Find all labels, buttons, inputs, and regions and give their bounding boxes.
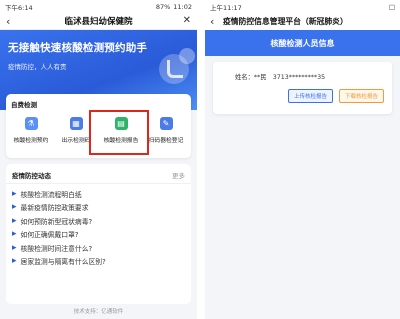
right-phone-screen: 上午11:17 □ ‹ 疫情防控信息管理平台（新冠肺炎） 核酸检测人员信息 姓名… — [205, 0, 400, 319]
left-phone-screen: 下午6:14 87% 11:02 ‹ 临沭县妇幼保健院 ✕ 无接触快速核酸检测预… — [0, 0, 197, 319]
bullet-icon: ▸ — [12, 242, 17, 253]
news-title: 疫情防控动态 — [12, 172, 51, 180]
microscope-icon — [167, 60, 183, 78]
news-item[interactable]: ▸ 最新疫情防控政策要求 — [12, 201, 185, 215]
tile-nucleic-booking[interactable]: ⚗ 核酸检测预约 — [10, 117, 52, 144]
page-title: 疫情防控信息管理平台（新冠肺炎） — [223, 17, 348, 26]
back-icon[interactable]: ‹ — [6, 15, 10, 28]
bullet-icon: ▸ — [12, 202, 17, 213]
more-link[interactable]: 更多 — [172, 170, 185, 180]
tile-scan-register[interactable]: ✎ 扫码器检登记 — [145, 117, 187, 144]
news-list: ▸ 核酸检测流程明白纸 ▸ 最新疫情防控政策要求 ▸ 如何预防新型冠状病毒? ▸ 如何正… — [6, 184, 191, 271]
section-banner: 核酸检测人员信息 — [205, 30, 400, 56]
qr-code-icon: ▦ — [69, 117, 83, 130]
person-card: 姓名：**民 3713*********35 上传核检报告 下载核检报告 — [213, 62, 392, 114]
download-report-button[interactable]: 下载核检报告 — [339, 89, 385, 103]
tile-label: 扫码器检登记 — [148, 138, 184, 144]
title-bar: ‹ 临沭县妇幼保健院 ✕ — [0, 13, 197, 30]
news-item-text: 最新疫情防控政策要求 — [20, 204, 89, 213]
status-bar: 上午11:17 □ — [205, 0, 400, 13]
news-item[interactable]: ▸ 核酸检测流程明白纸 — [12, 187, 185, 201]
news-item-text: 如何正确佩戴口罩? — [20, 231, 79, 240]
news-item[interactable]: ▸ 如何预防新型冠状病毒? — [12, 214, 185, 228]
status-bar: 下午6:14 87% 11:02 — [0, 0, 197, 13]
upload-report-button[interactable]: 上传核检报告 — [288, 89, 334, 103]
news-item-text: 核酸检测时间注意什么? — [20, 244, 93, 253]
bullet-icon: ▸ — [12, 256, 17, 267]
tile-label: 核酸检测预约 — [13, 138, 49, 144]
clock: 11:02 — [173, 2, 192, 11]
page-title: 临沭县妇幼保健院 — [64, 17, 133, 27]
back-icon[interactable]: ‹ — [210, 15, 214, 28]
status-time: 下午6:14 — [5, 3, 33, 12]
close-icon[interactable]: ✕ — [183, 15, 191, 26]
tile-label: 出示检测码 — [61, 138, 91, 144]
battery-icon: □ — [388, 2, 395, 11]
news-item[interactable]: ▸ 居家监测与隔离有什么区别? — [12, 255, 185, 269]
screenshot-composite: 下午6:14 87% 11:02 ‹ 临沭县妇幼保健院 ✕ 无接触快速核酸检测预… — [0, 0, 400, 319]
banner-headline: 无接触快速核酸检测预约助手 — [8, 42, 148, 54]
person-info: 姓名：**民 3713*********35 — [235, 74, 326, 81]
red-highlight-box — [89, 110, 149, 155]
news-item[interactable]: ▸ 如何正确佩戴口罩? — [12, 228, 185, 242]
news-item-text: 核酸检测流程明白纸 — [20, 190, 82, 199]
bullet-icon: ▸ — [12, 188, 17, 199]
title-bar: ‹ 疫情防控信息管理平台（新冠肺炎） — [205, 13, 400, 30]
battery-level: 87% — [155, 2, 171, 11]
bullet-icon: ▸ — [12, 215, 17, 226]
flask-icon: ⚗ — [24, 117, 38, 130]
news-item-text: 如何预防新型冠状病毒? — [20, 217, 93, 226]
status-time: 上午11:17 — [210, 3, 242, 12]
report-buttons: 上传核检报告 下载核检报告 — [213, 81, 392, 103]
status-right: 87% 11:02 — [156, 3, 192, 11]
news-item-text: 居家监测与隔离有什么区别? — [20, 258, 106, 267]
news-header: 疫情防控动态 更多 — [6, 164, 191, 184]
news-item[interactable]: ▸ 核酸检测时间注意什么? — [12, 241, 185, 255]
news-card: 疫情防控动态 更多 ▸ 核酸检测流程明白纸 ▸ 最新疫情防控政策要求 ▸ 如何预防新型… — [6, 164, 191, 304]
footer-text: 技术支持：亿通软件 — [73, 309, 124, 315]
bullet-icon: ▸ — [12, 229, 17, 240]
section-title: 自费检测 — [11, 101, 37, 109]
edit-icon: ✎ — [159, 117, 173, 130]
